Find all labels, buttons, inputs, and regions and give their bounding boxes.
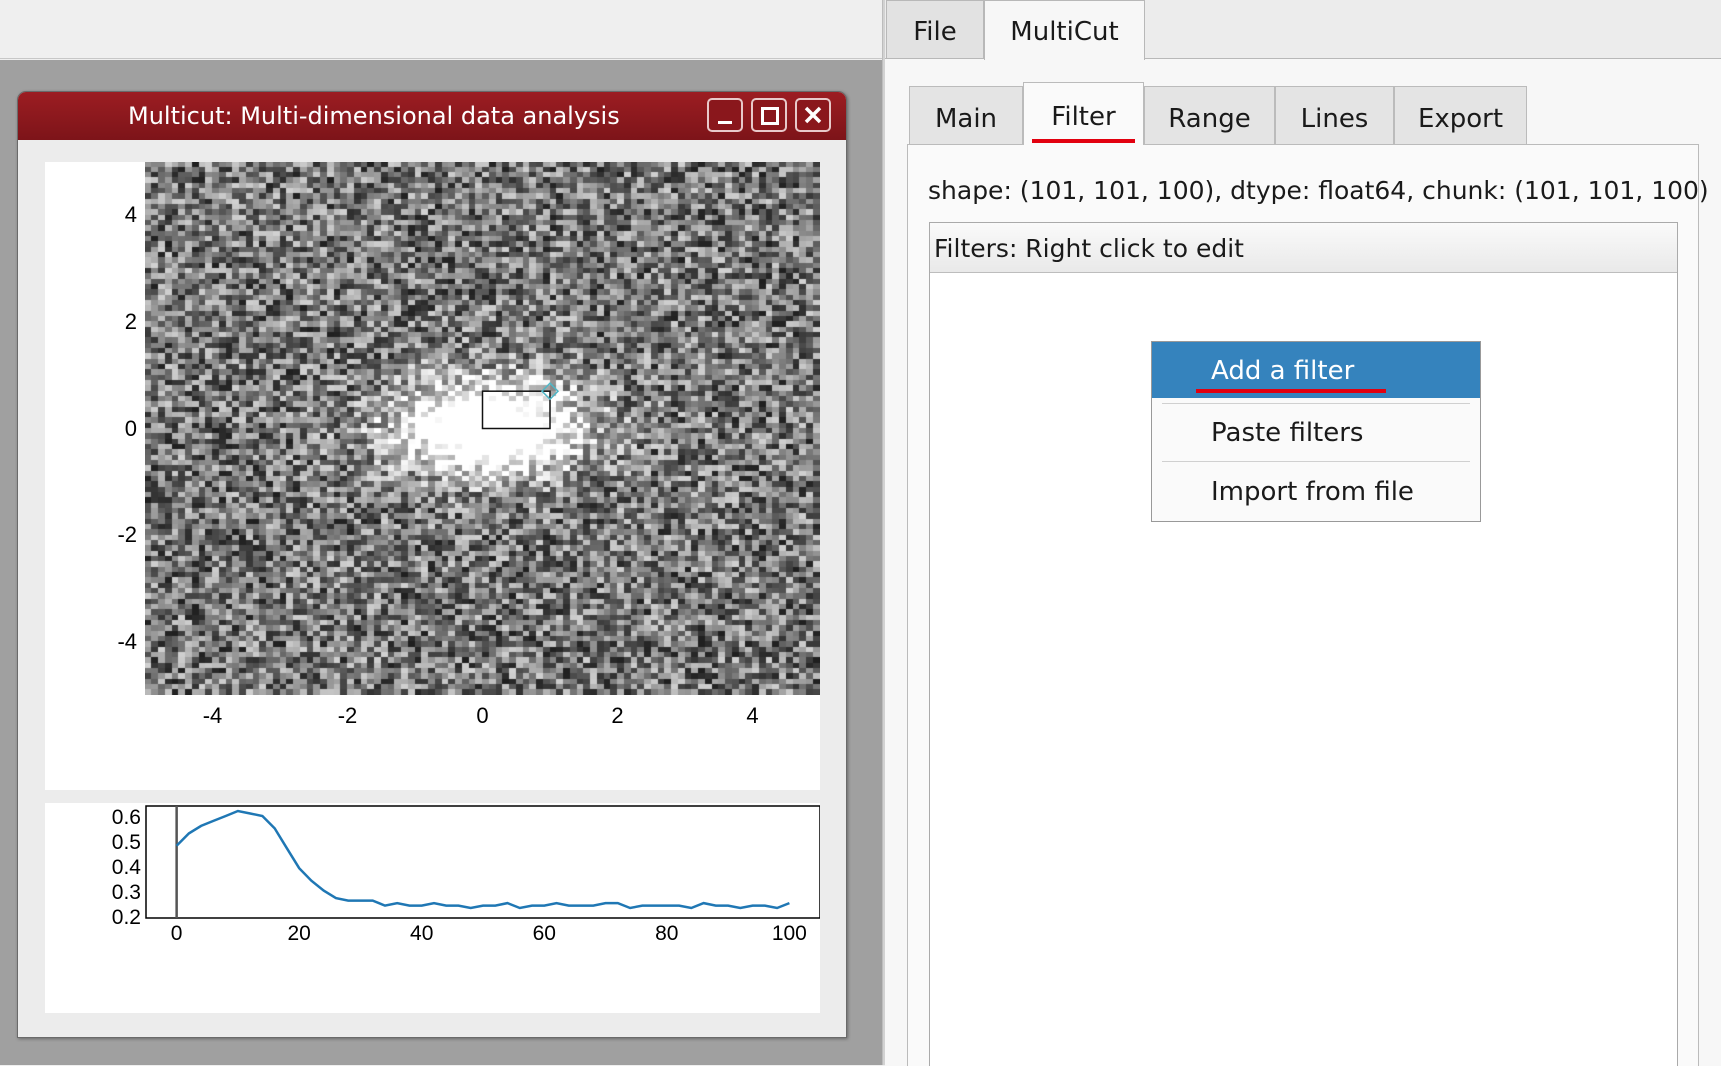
menu-item-paste-filters[interactable]: Paste filters — [1152, 404, 1480, 460]
line-x-tick: 60 — [532, 922, 556, 945]
line-x-tick: 40 — [410, 922, 434, 945]
roi-overlay[interactable] — [145, 162, 820, 695]
line-x-tick: 80 — [655, 922, 679, 945]
top-empty-strip — [0, 0, 885, 59]
line-x-tick: 0 — [170, 922, 183, 945]
heatmap-x-tick: -2 — [337, 703, 358, 728]
window-title: Multicut: Multi-dimensional data analysi… — [128, 102, 620, 130]
line-y-tick: 0.5 — [111, 831, 141, 855]
heatmap-x-tick: 4 — [746, 703, 759, 728]
multicut-window[interactable]: Multicut: Multi-dimensional data analysi… — [17, 91, 847, 1038]
tab-filter[interactable]: Filter — [1023, 82, 1144, 145]
tab-range[interactable]: Range — [1144, 86, 1275, 144]
image-plot-canvas[interactable]: -4 -2 0 2 4 4 2 0 -2 -4 — [45, 162, 820, 790]
menu-item-import-file-label: Import from file — [1211, 477, 1414, 507]
heatmap-y-tick: 0 — [124, 415, 137, 441]
heatmap-y-tick: 4 — [124, 202, 137, 228]
menu-item-import-file[interactable]: Import from file — [1152, 463, 1480, 519]
line-x-tick: 100 — [771, 922, 807, 945]
line-plot-canvas[interactable]: 0 20 40 60 80 100 0.6 0.5 0.4 0.3 0.2 — [45, 803, 821, 1013]
tab-main-label: Main — [934, 104, 998, 134]
active-tab-underline — [1032, 139, 1135, 143]
heatmap-x-tick: 0 — [476, 703, 489, 728]
menu-item-underline — [1196, 389, 1386, 393]
line-y-tick: 0.4 — [111, 856, 141, 880]
tab-export[interactable]: Export — [1394, 86, 1527, 144]
menu-item-paste-filters-label: Paste filters — [1211, 418, 1364, 448]
context-menu: Add a filter Paste filters Import from f… — [1151, 341, 1481, 522]
roi-box[interactable] — [481, 390, 551, 430]
tab-lines-label: Lines — [1300, 104, 1369, 134]
heatmap-x-tick: 2 — [611, 703, 624, 728]
maximize-icon[interactable] — [751, 98, 787, 132]
heatmap-y-tick: -2 — [117, 522, 137, 548]
tab-main[interactable]: Main — [909, 86, 1023, 144]
heatmap-x-tick: -4 — [202, 703, 223, 728]
minimize-icon[interactable] — [707, 98, 743, 132]
menu-separator — [1162, 461, 1470, 462]
tab-file[interactable]: File — [886, 0, 984, 58]
window-titlebar[interactable]: Multicut: Multi-dimensional data analysi… — [18, 92, 846, 140]
line-x-tick: 20 — [287, 922, 311, 945]
line-y-tick: 0.6 — [111, 806, 141, 830]
line-y-tick: 0.2 — [111, 906, 141, 929]
shape-info: shape: (101, 101, 100), dtype: float64, … — [928, 176, 1709, 205]
tab-filter-label: Filter — [1051, 102, 1116, 132]
filters-list[interactable]: Filters: Right click to edit Add a filte… — [929, 222, 1678, 1066]
close-icon[interactable] — [795, 98, 831, 132]
tab-file-label: File — [913, 17, 957, 47]
menu-item-add-filter[interactable]: Add a filter — [1152, 342, 1480, 398]
tab-multicut-label: MultiCut — [1010, 17, 1119, 47]
profile-series-line — [175, 809, 790, 910]
tab-export-label: Export — [1417, 104, 1504, 134]
menu-item-add-filter-label: Add a filter — [1211, 356, 1355, 386]
line-plot[interactable] — [45, 803, 821, 1013]
tab-range-label: Range — [1168, 104, 1251, 134]
multicut-panel: File MultiCut Main Filter Range Lines Ex… — [885, 0, 1721, 1066]
tab-multicut[interactable]: MultiCut — [984, 0, 1145, 60]
filters-header: Filters: Right click to edit — [930, 223, 1677, 273]
line-y-tick: 0.3 — [111, 881, 141, 905]
heatmap-y-tick: 2 — [124, 308, 137, 334]
line-plot-frame — [145, 805, 821, 919]
heatmap-y-tick: -4 — [117, 628, 137, 654]
tab-lines[interactable]: Lines — [1275, 86, 1394, 144]
